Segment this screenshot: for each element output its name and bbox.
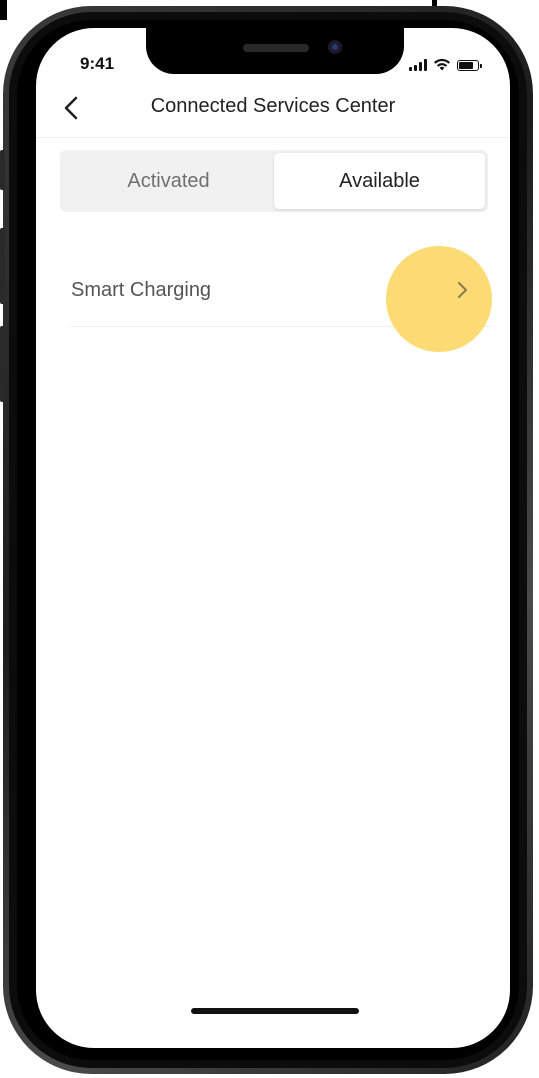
- front-camera: [328, 40, 342, 54]
- volume-down-button: [0, 326, 5, 402]
- wifi-icon: [434, 58, 450, 71]
- app-screen: 9:41 Connected Services Center Activated…: [36, 28, 510, 1048]
- signal-icon: [409, 59, 427, 71]
- page-title: Connected Services Center: [150, 95, 396, 117]
- notch: [146, 28, 404, 74]
- home-indicator[interactable]: [191, 1008, 359, 1014]
- list-item-smart-charging[interactable]: Smart Charging: [71, 246, 492, 352]
- status-icons: [409, 57, 482, 71]
- tab-available[interactable]: Available: [274, 153, 485, 209]
- volume-up-button: [0, 228, 5, 304]
- mute-switch: [0, 150, 5, 190]
- speaker-grille: [243, 44, 309, 52]
- segmented-control: Activated Available: [60, 150, 488, 212]
- tab-activated[interactable]: Activated: [63, 153, 274, 209]
- list-item-label: Smart Charging: [71, 279, 212, 301]
- status-time: 9:41: [80, 54, 115, 73]
- battery-icon: [457, 60, 482, 71]
- battery-fill: [459, 62, 474, 69]
- tap-highlight: [386, 246, 492, 352]
- frame-edge: [0, 0, 7, 20]
- device-canvas: 9:41 Connected Services Center Activated…: [0, 0, 539, 1078]
- nav-bar: Connected Services Center: [36, 83, 510, 138]
- chevron-right-icon[interactable]: [456, 280, 470, 300]
